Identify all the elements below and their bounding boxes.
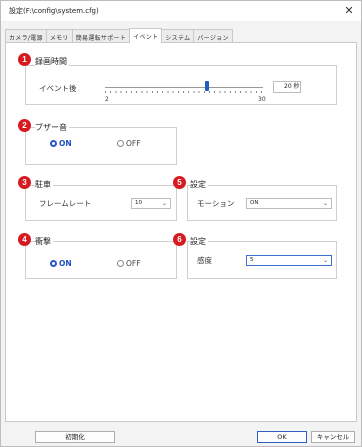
recording-slider-ticks [105,91,263,93]
parking-group-title: 駐車 [35,179,53,190]
close-button[interactable]: ✕ [341,3,357,19]
tab-driving-support[interactable]: 簡易運転サポート [71,29,131,43]
after-event-label: イベント後 [39,84,77,93]
slider-min-label: 2 [105,96,109,103]
chevron-down-icon: ⌄ [322,200,328,207]
tab-camera-power[interactable]: カメラ/電源 [5,29,47,43]
buzzer-off-radio[interactable] [117,140,124,147]
impact-off-radio[interactable] [117,260,124,267]
motion-value: ON [250,200,259,206]
badge-3: 3 [18,176,31,189]
recording-group-title: 録画時間 [35,56,69,67]
settings-window: 設定(F:\config\system.cfg) ✕ カメラ/電源 メモリ 簡易… [0,0,362,447]
window-title: 設定(F:\config\system.cfg) [9,7,99,15]
sensitivity-select[interactable]: 5 ⌄ [246,255,332,266]
motion-select[interactable]: ON ⌄ [246,198,332,209]
buzzer-on-radio[interactable] [50,140,57,147]
sensitivity-label: 感度 [197,256,212,265]
badge-2: 2 [18,119,31,132]
badge-1: 1 [18,53,31,66]
motion-group-title: 設定 [190,179,208,190]
frame-rate-value: 10 [135,200,142,206]
tab-bar: カメラ/電源 メモリ 簡易運転サポート イベント システム バージョン [5,28,233,43]
tab-memory[interactable]: メモリ [45,29,73,43]
badge-5: 5 [173,176,186,189]
impact-on-radio[interactable] [50,260,57,267]
buzzer-off-label[interactable]: OFF [126,139,141,148]
impact-group-title: 衝撃 [35,236,53,247]
badge-6: 6 [173,233,186,246]
title-bar: 設定(F:\config\system.cfg) ✕ [1,1,361,21]
sensitivity-group-title: 設定 [190,236,208,247]
frame-rate-select[interactable]: 10 ⌄ [131,198,171,209]
impact-off-label[interactable]: OFF [126,259,141,268]
chevron-down-icon: ⌄ [322,257,328,264]
motion-label: モーション [197,199,235,208]
tab-system[interactable]: システム [161,29,195,43]
buzzer-on-label[interactable]: ON [59,139,72,148]
chevron-down-icon: ⌄ [161,200,167,207]
cancel-button[interactable]: キャンセル [311,431,355,443]
impact-on-label[interactable]: ON [59,259,72,268]
tab-event[interactable]: イベント [129,28,163,43]
buzzer-group-title: ブザー音 [35,122,69,133]
frame-rate-label: フレームレート [39,199,92,208]
reset-button[interactable]: 初期化 [35,431,115,443]
ok-button[interactable]: OK [257,431,307,443]
recording-slider-track[interactable] [105,87,263,88]
recording-value-display: 20 秒 [273,81,301,93]
badge-4: 4 [18,233,31,246]
tab-version[interactable]: バージョン [193,29,233,43]
slider-max-label: 30 [258,96,266,103]
recording-slider-thumb[interactable] [204,81,209,91]
sensitivity-value: 5 [250,257,254,263]
